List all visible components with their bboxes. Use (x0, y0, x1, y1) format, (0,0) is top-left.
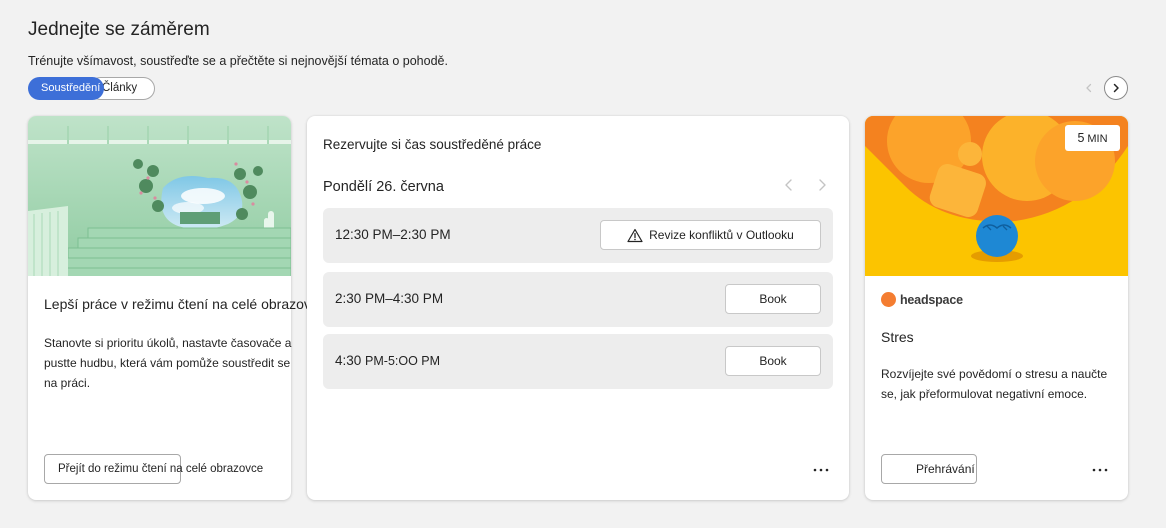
section-subtitle: Trénujte všímavost, soustřeďte se a přeč… (28, 54, 448, 68)
time-slot: 2:30 PM–4:30 PM Book (323, 272, 833, 327)
booking-date: Pondělí 26. června (323, 179, 444, 195)
headspace-brand-name: headspace (900, 292, 963, 307)
chevron-right-icon (819, 179, 826, 191)
review-conflicts-label: Revize konfliktů v Outlooku (649, 228, 794, 242)
more-icon (813, 468, 829, 472)
focus-mode-illustration (28, 116, 291, 276)
duration-unit: MIN (1087, 133, 1108, 145)
chevron-right-icon (1113, 83, 1119, 93)
stress-title: Stres (881, 329, 914, 345)
booking-title: Rezervujte si čas soustředěné práce (323, 137, 542, 152)
duration-badge: 5 MIN (1065, 125, 1120, 151)
book-button[interactable]: Book (725, 284, 821, 314)
slot-time-end: PM-5:OO PM (365, 354, 441, 368)
time-slot: 4:30 PM-5:OO PM Book (323, 334, 833, 389)
slot-time-start: 4:30 (335, 353, 362, 368)
play-button[interactable]: Přehrávání (881, 454, 977, 484)
slot-time: 2:30 PM–4:30 PM (335, 291, 444, 306)
focus-mode-button[interactable]: Přejít do režimu čtení na celé obrazovce (44, 454, 263, 484)
filter-pills: Články Soustředění (28, 77, 158, 100)
chevron-left-icon (1086, 83, 1092, 93)
more-options-button[interactable] (1092, 459, 1108, 475)
date-next-button[interactable] (816, 178, 828, 197)
warning-icon (627, 228, 643, 242)
slot-time: 12:30 PM–2:30 PM (335, 227, 451, 242)
more-icon (1092, 468, 1108, 472)
duration-value: 5 (1077, 131, 1085, 145)
carousel-prev-button[interactable] (1077, 76, 1101, 100)
focus-mode-title: Lepší práce v režimu čtení na celé obraz… (44, 296, 326, 312)
filter-focus[interactable]: Soustředění (28, 77, 104, 100)
book-button[interactable]: Book (725, 346, 821, 376)
focus-time-booking-card: Rezervujte si čas soustředěné práce Pond… (307, 116, 849, 500)
slot-time: 4:30 PM-5:OO PM (335, 353, 440, 368)
date-prev-button[interactable] (783, 178, 795, 197)
focus-mode-description: Stanovte si prioritu úkolů, nastavte čas… (44, 336, 292, 390)
stress-description: Rozvíjejte své povědomí o stresu a naučt… (881, 367, 1108, 401)
focus-mode-card: Lepší práce v režimu čtení na celé obraz… (28, 116, 326, 500)
headspace-logo-icon (881, 292, 896, 307)
time-slot: 12:30 PM–2:30 PM Revize konfliktů v Outl… (323, 208, 833, 263)
section-title: Jednejte se záměrem (28, 19, 210, 40)
chevron-left-icon (785, 179, 792, 191)
headspace-card: 5 MIN headspace Stres Rozvíjejte své pově… (865, 116, 1128, 500)
carousel-next-button[interactable] (1104, 76, 1128, 100)
headspace-logo: headspace (881, 292, 963, 307)
review-conflicts-button[interactable]: Revize konfliktů v Outlooku (600, 220, 821, 250)
more-options-button[interactable] (813, 459, 829, 475)
